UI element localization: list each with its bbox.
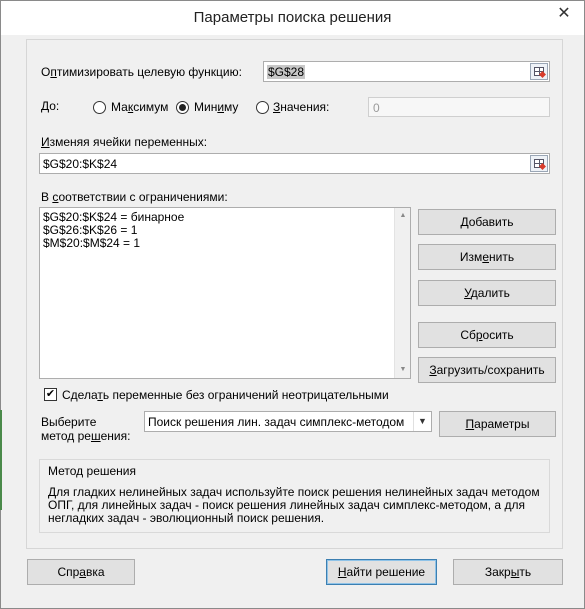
objective-input[interactable]: $G$28 <box>263 61 550 82</box>
delete-button[interactable]: Удалить <box>418 280 556 306</box>
nonnegative-label[interactable]: Сделать переменные без ограничений неотр… <box>62 388 389 402</box>
add-button[interactable]: Добавить <box>418 209 556 235</box>
dialog-title: Параметры поиска решения <box>193 9 392 26</box>
load-save-button[interactable]: Загрузить/сохранить <box>418 357 556 383</box>
objective-value: $G$28 <box>267 65 306 79</box>
close-window-button[interactable]: ✕ <box>550 3 578 25</box>
radio-max-label[interactable]: Максимум <box>111 100 168 114</box>
scroll-up-icon[interactable]: ▲ <box>395 208 411 224</box>
radio-max[interactable] <box>93 101 106 114</box>
radio-value[interactable] <box>256 101 269 114</box>
collapse-dialog-icon[interactable] <box>530 155 548 172</box>
to-label: До: <box>41 99 60 113</box>
constraints-list[interactable]: $G$20:$K$24 = бинарное $G$26:$K$26 = 1 $… <box>39 207 411 379</box>
change-button[interactable]: Изменить <box>418 244 556 270</box>
radio-value-label[interactable]: Значения: <box>273 100 329 114</box>
method-info-group: Метод решения Для гладких нелинейных зад… <box>39 459 550 533</box>
radio-min-label[interactable]: Миниму <box>194 100 238 114</box>
radio-min[interactable] <box>176 101 189 114</box>
value-of-input[interactable]: 0 <box>368 97 550 117</box>
constraints-label: В соответствии с ограничениями: <box>41 190 228 204</box>
chevron-down-icon[interactable]: ▼ <box>413 412 431 431</box>
variables-label: Изменяя ячейки переменных: <box>41 135 208 149</box>
constraints-scrollbar[interactable]: ▲ ▼ <box>394 208 410 378</box>
method-info-title: Метод решения <box>48 464 136 478</box>
reset-button[interactable]: Сбросить <box>418 322 556 348</box>
scroll-down-icon[interactable]: ▼ <box>395 362 411 378</box>
variables-input[interactable]: $G$20:$K$24 <box>39 153 550 174</box>
collapse-dialog-icon[interactable] <box>530 63 548 80</box>
method-selected: Поиск решения лин. задач симплекс-методо… <box>148 415 405 429</box>
method-select[interactable]: Поиск решения лин. задач симплекс-методо… <box>144 411 432 432</box>
nonnegative-checkbox[interactable]: ✔ <box>44 388 57 401</box>
title-bar: Параметры поиска решения ✕ <box>1 1 584 35</box>
solver-dialog: Параметры поиска решения ✕ Оптимизироват… <box>0 0 585 609</box>
objective-label: Оптимизировать целевую функцию: <box>41 65 242 79</box>
method-label: Выберите метод решения: <box>41 415 131 443</box>
background-strip <box>0 410 2 510</box>
close-button[interactable]: Закрыть <box>453 559 563 585</box>
constraint-item[interactable]: $M$20:$M$24 = 1 <box>43 237 184 250</box>
help-button[interactable]: Справка <box>27 559 135 585</box>
method-info-text: Для гладких нелинейных задач используйте… <box>48 485 540 525</box>
solve-button[interactable]: Найти решение <box>326 559 437 585</box>
variables-value: $G$20:$K$24 <box>43 157 118 171</box>
parameters-button[interactable]: Параметры <box>439 411 556 437</box>
